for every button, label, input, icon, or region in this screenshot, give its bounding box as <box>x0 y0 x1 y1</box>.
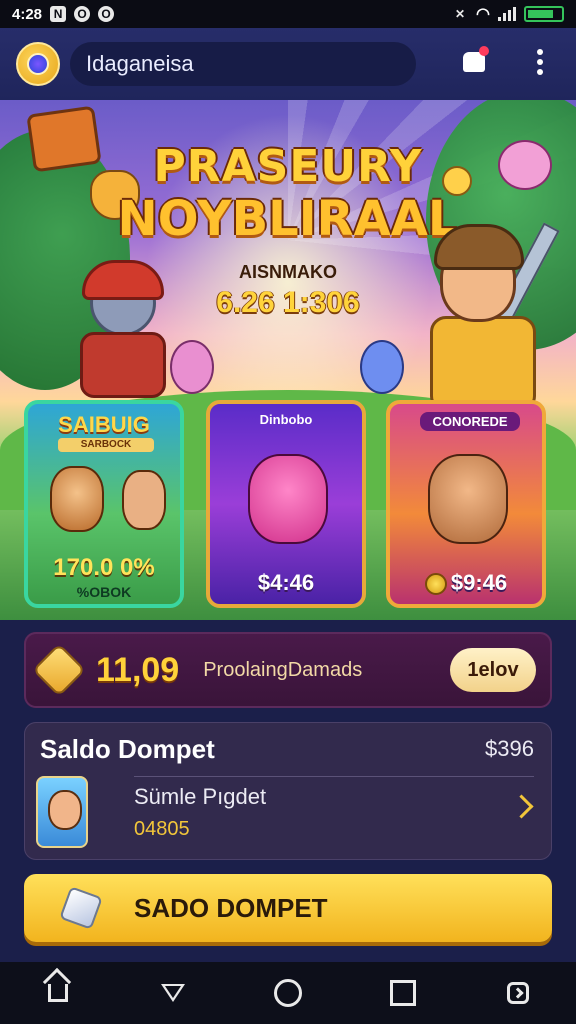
notification-dot <box>479 46 489 56</box>
nav-recents-button[interactable] <box>383 973 423 1013</box>
wallet-item-name: Sümle Pıgdet <box>134 783 267 809</box>
card-title: CONOREDE <box>420 412 520 431</box>
system-nav-bar <box>0 962 576 1024</box>
card-footer: %OBOK <box>76 584 132 600</box>
wallet-cta-button[interactable]: SADO DOMPET <box>24 874 552 942</box>
points-value: 11,09 <box>96 650 180 689</box>
points-action-button[interactable]: 1elov <box>450 648 536 692</box>
card-title: Dinbobo <box>259 412 313 427</box>
notification-circle-icon: O <box>74 6 91 22</box>
card-character-art <box>122 470 166 530</box>
gem-icon <box>32 643 86 697</box>
miner-hero-character <box>420 220 560 420</box>
hero-banner[interactable]: PRASEURY NOYBLIRAAL AISNMAKO 6.26 1:306 … <box>0 100 576 620</box>
wifi-icon: ◠ <box>476 6 490 23</box>
coin-icon <box>424 573 447 596</box>
notification-circle-icon: O <box>98 6 115 22</box>
wallet-item-thumbnail <box>36 776 88 848</box>
signal-icon <box>498 7 516 21</box>
status-bar: 4:28 N O O ✕ ◠ <box>0 0 576 28</box>
wallet-item-value: 04805 <box>134 817 190 840</box>
wallet-title: Saldo Dompet <box>40 734 215 764</box>
app-title-pill[interactable]: Idaganeisa <box>70 42 416 86</box>
card-title: SAIBUIG <box>58 412 150 437</box>
card-character-art <box>50 466 104 532</box>
game-card-1[interactable]: SAIBUIG SARBOCK 170.0 0% %OBOK <box>24 400 184 608</box>
points-bar: 11,09 ProolaingDamads 1elov <box>24 632 552 708</box>
home-icon <box>47 984 68 1002</box>
card-price-value: $9:46 <box>450 570 508 595</box>
card-character-art <box>248 454 328 544</box>
status-left: 4:28 N O O <box>12 5 115 23</box>
notification-bell-icon[interactable] <box>460 46 489 76</box>
app-header: Idaganeisa <box>0 28 576 100</box>
nav-rotate-button[interactable] <box>498 973 538 1013</box>
rotate-icon <box>507 982 530 1004</box>
game-card-2[interactable]: Dinbobo $4:46 <box>206 400 366 608</box>
battery-icon <box>524 6 564 22</box>
game-card-3[interactable]: CONOREDE $9:46 <box>386 400 546 608</box>
app-logo-icon[interactable] <box>16 42 60 86</box>
wallet-amount: $396 <box>485 736 534 761</box>
cube-icon <box>59 886 103 930</box>
nav-back-button[interactable] <box>153 973 193 1013</box>
mute-icon: ✕ <box>455 7 466 21</box>
square-icon <box>390 980 417 1006</box>
notification-n-icon: N <box>50 6 67 22</box>
status-right: ✕ ◠ <box>452 4 564 24</box>
status-time: 4:28 <box>12 5 43 23</box>
card-subtitle: SARBOCK <box>58 438 154 452</box>
points-label: ProolaingDamads <box>203 658 363 681</box>
card-price: 170.0 0% <box>53 554 155 581</box>
blue-creature-character <box>360 340 404 394</box>
chevron-right-icon[interactable] <box>509 794 534 819</box>
nav-home-button[interactable] <box>38 973 78 1013</box>
robot-character <box>60 260 180 400</box>
card-character-art <box>428 454 508 544</box>
back-triangle-icon <box>160 984 185 1002</box>
overflow-menu-icon[interactable] <box>526 48 554 76</box>
hero-title-line1: PRASEURY <box>153 141 423 192</box>
cta-label: SADO DOMPET <box>134 892 328 923</box>
card-price: $9:46 <box>390 570 542 596</box>
nav-circle-button[interactable] <box>268 973 308 1013</box>
hero-timer: 6.26 1:306 <box>216 286 360 319</box>
circle-icon <box>273 979 302 1007</box>
card-price: $4:46 <box>257 570 315 595</box>
wallet-list-item[interactable]: Sümle Pıgdet 04805 <box>36 774 540 850</box>
hero-subtitle: AISNMAKO <box>239 262 337 282</box>
pink-hair-character <box>170 340 214 394</box>
wallet-panel: Saldo Dompet $396 Sümle Pıgdet 04805 <box>24 722 552 860</box>
app-title: Idaganeisa <box>86 51 194 76</box>
